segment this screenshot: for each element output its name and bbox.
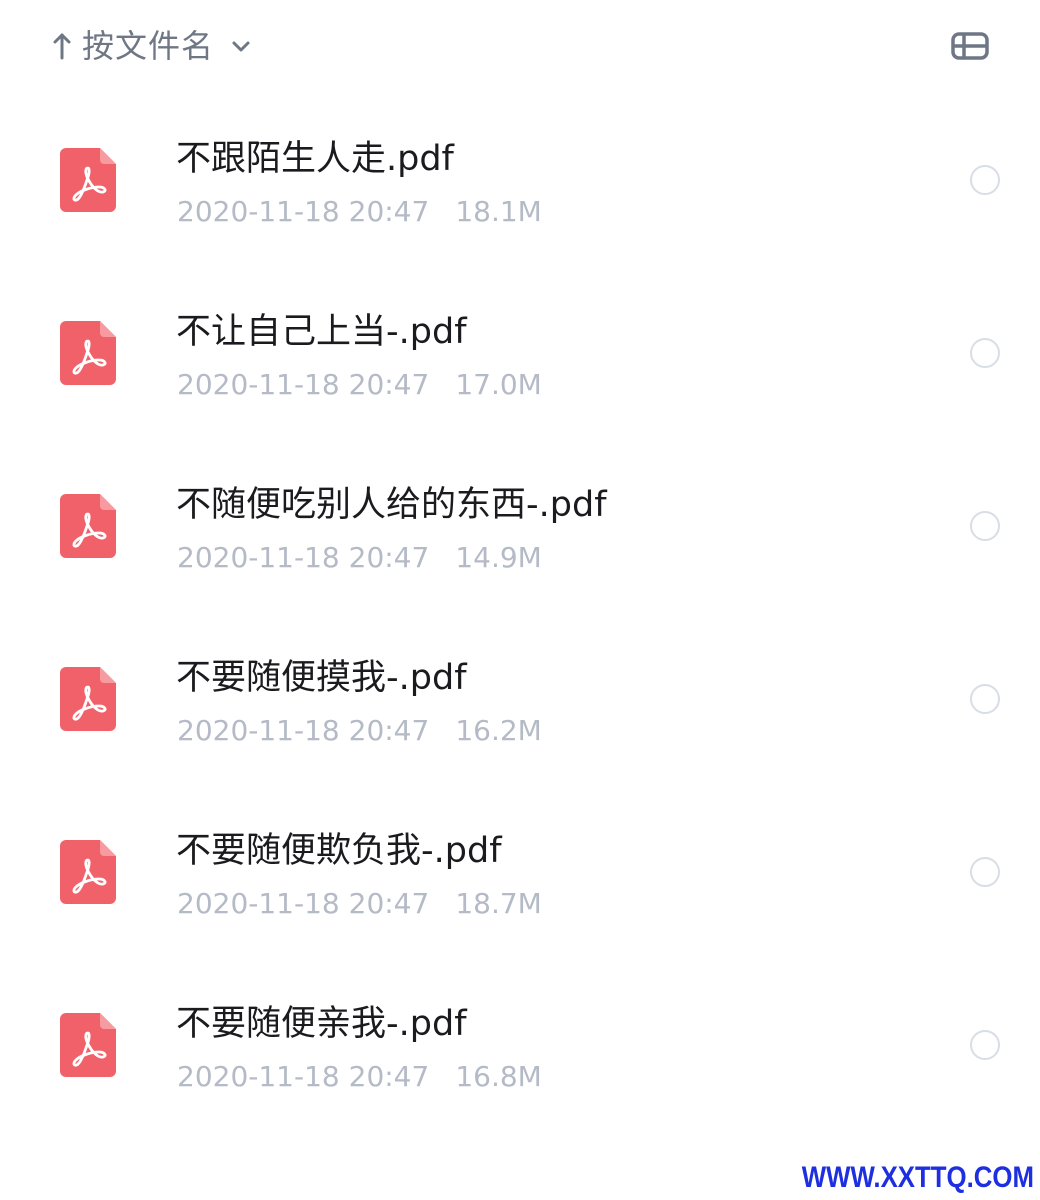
file-row[interactable]: 不要随便亲我-.pdf 2020-11-18 20:47 16.8M	[0, 959, 1040, 1132]
file-row[interactable]: 不跟陌生人走.pdf 2020-11-18 20:47 18.1M	[0, 94, 1040, 267]
view-toggle-button[interactable]	[948, 28, 992, 64]
file-meta: 2020-11-18 20:47 14.9M	[177, 538, 542, 578]
file-row[interactable]: 不要随便欺负我-.pdf 2020-11-18 20:47 18.7M	[0, 786, 1040, 959]
file-date: 2020-11-18 20:47	[177, 368, 430, 401]
file-meta: 2020-11-18 20:47 16.2M	[177, 711, 542, 751]
arrow-up-icon	[53, 33, 71, 60]
watermark: WWW.XXTTQ.COM	[801, 1161, 1034, 1194]
file-meta: 2020-11-18 20:47 18.1M	[177, 192, 542, 232]
file-row[interactable]: 不随便吃别人给的东西-.pdf 2020-11-18 20:47 14.9M	[0, 440, 1040, 613]
file-name: 不要随便欺负我-.pdf	[176, 831, 502, 871]
file-size: 16.2M	[455, 714, 542, 747]
file-name: 不跟陌生人走.pdf	[176, 139, 454, 179]
pdf-icon	[60, 321, 116, 385]
file-name: 不要随便摸我-.pdf	[176, 658, 467, 698]
file-list: 不跟陌生人走.pdf 2020-11-18 20:47 18.1M 不让自己上当…	[0, 94, 1040, 1132]
select-checkbox[interactable]	[970, 857, 1000, 887]
file-row[interactable]: 不让自己上当-.pdf 2020-11-18 20:47 17.0M	[0, 267, 1040, 440]
file-size: 17.0M	[455, 368, 542, 401]
file-row[interactable]: 不要随便摸我-.pdf 2020-11-18 20:47 16.2M	[0, 613, 1040, 786]
file-name: 不要随便亲我-.pdf	[176, 1004, 467, 1044]
sort-label: 按文件名	[82, 27, 215, 65]
file-date: 2020-11-18 20:47	[177, 541, 430, 574]
file-name: 不让自己上当-.pdf	[176, 312, 467, 352]
pdf-icon	[60, 667, 116, 731]
pdf-icon	[60, 494, 116, 558]
pdf-icon	[60, 148, 116, 212]
select-checkbox[interactable]	[970, 1030, 1000, 1060]
file-name: 不随便吃别人给的东西-.pdf	[176, 485, 607, 525]
file-size: 18.1M	[455, 195, 542, 228]
list-view-icon	[951, 32, 989, 60]
pdf-icon	[60, 1013, 116, 1077]
file-size: 16.8M	[455, 1060, 542, 1093]
file-size: 18.7M	[455, 887, 542, 920]
select-checkbox[interactable]	[970, 511, 1000, 541]
chevron-down-icon	[232, 41, 250, 52]
pdf-icon	[60, 840, 116, 904]
file-date: 2020-11-18 20:47	[177, 714, 430, 747]
file-date: 2020-11-18 20:47	[177, 887, 430, 920]
select-checkbox[interactable]	[970, 338, 1000, 368]
file-meta: 2020-11-18 20:47 18.7M	[177, 884, 542, 924]
select-checkbox[interactable]	[970, 165, 1000, 195]
file-date: 2020-11-18 20:47	[177, 195, 430, 228]
select-checkbox[interactable]	[970, 684, 1000, 714]
file-date: 2020-11-18 20:47	[177, 1060, 430, 1093]
file-meta: 2020-11-18 20:47 17.0M	[177, 365, 542, 405]
file-size: 14.9M	[455, 541, 542, 574]
file-meta: 2020-11-18 20:47 16.8M	[177, 1057, 542, 1097]
sort-by-name-button[interactable]: 按文件名	[52, 22, 252, 70]
